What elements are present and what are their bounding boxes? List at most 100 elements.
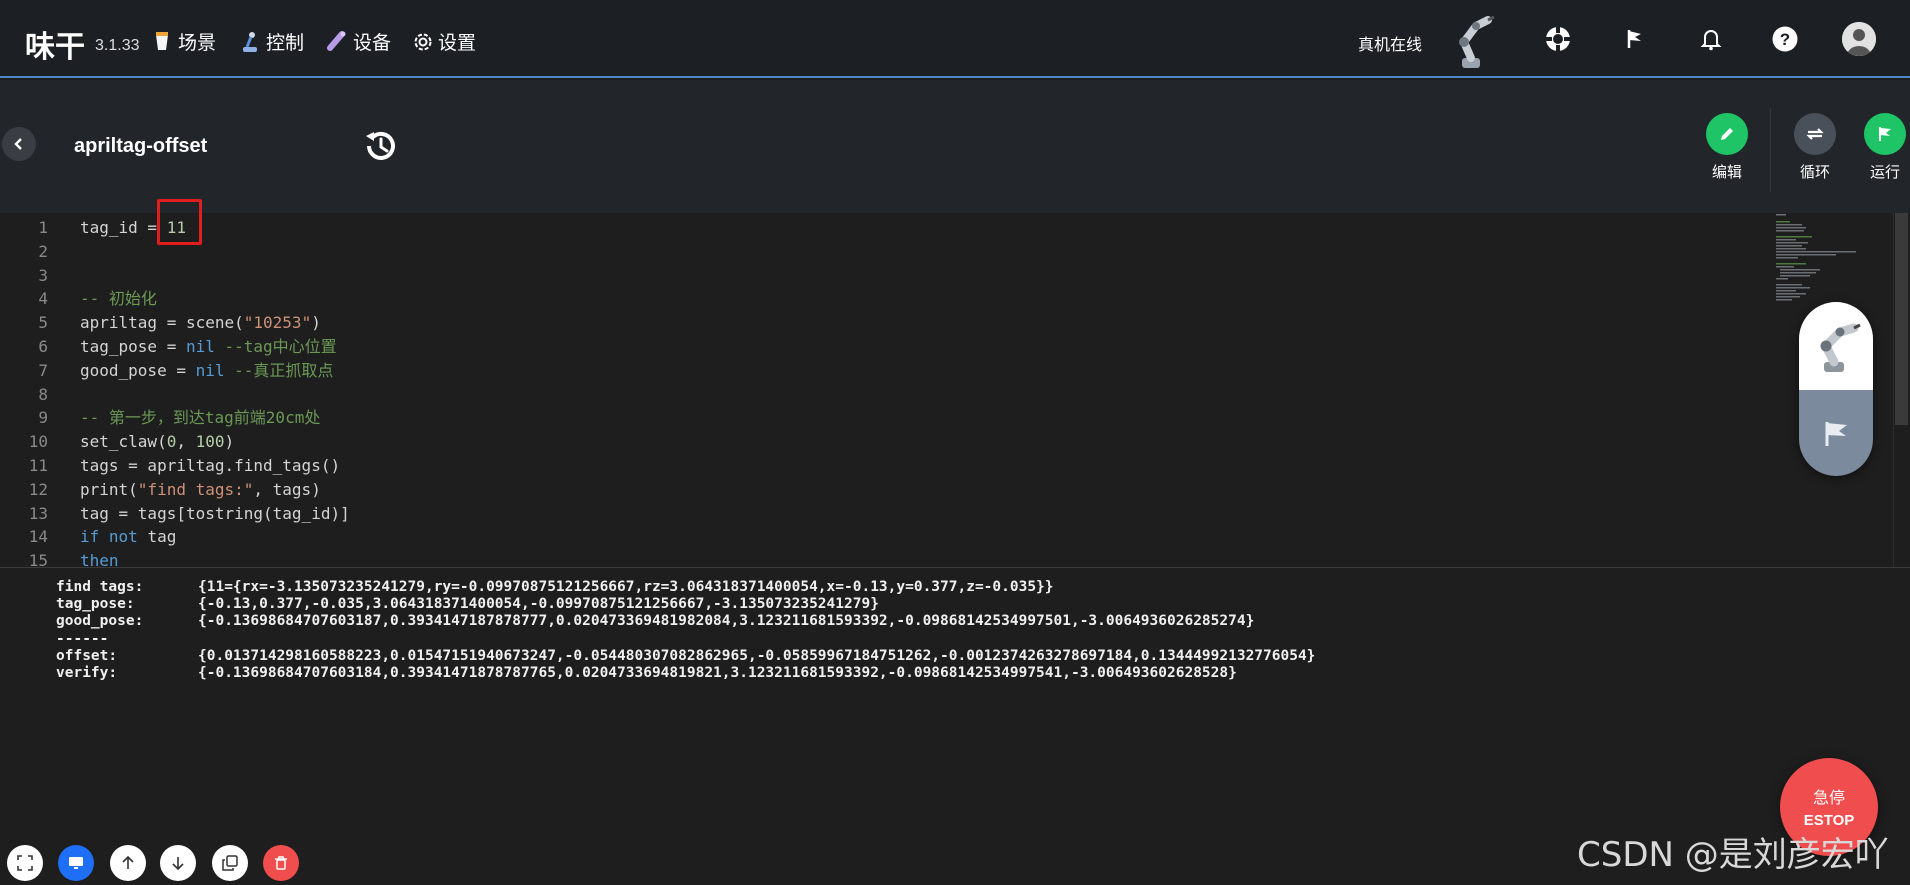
run-label: 运行 [1869, 164, 1900, 181]
robot-status: 真机在线 [1358, 37, 1423, 54]
bell-icon[interactable] [1696, 24, 1726, 54]
nav-device[interactable]: 设备 [327, 28, 391, 55]
pencil-icon [1721, 128, 1733, 140]
code-minimap[interactable] [1776, 212, 1894, 312]
line-number: 2 [38, 241, 48, 261]
code-text[interactable]: -- 初始化 [80, 287, 157, 311]
code-line[interactable]: 7 good_pose = nil --真正抓取点 [0, 359, 1770, 383]
device-icon [327, 30, 347, 53]
edit-label: 编辑 [1711, 164, 1742, 181]
nav-settings-label: 设置 [438, 33, 477, 54]
target-icon[interactable] [1543, 24, 1573, 54]
script-title: apriltag-offset [74, 135, 208, 157]
nav-control-label: 控制 [266, 33, 305, 54]
code-text[interactable]: print("find tags:", tags) [80, 478, 321, 502]
code-text[interactable]: then [80, 549, 119, 567]
line-number: 3 [38, 265, 48, 285]
code-text[interactable]: if not tag [80, 525, 176, 549]
line-number: 14 [28, 527, 48, 547]
monitor-button[interactable] [58, 845, 94, 881]
code-line[interactable]: 8 [0, 383, 1770, 407]
trash-icon [275, 856, 287, 870]
nav-control[interactable]: 控制 [240, 28, 304, 55]
scroll-down-button[interactable] [160, 845, 196, 881]
run-button[interactable]: 运行 [1855, 113, 1910, 182]
code-line[interactable]: 3 [0, 264, 1770, 288]
console-value: {-0.13698684707603184,0.3934147187878776… [198, 665, 1237, 681]
back-button[interactable] [2, 127, 36, 161]
flag-view-button[interactable] [1799, 390, 1873, 476]
code-line[interactable]: 15 then [0, 549, 1770, 567]
line-number: 8 [38, 384, 48, 404]
console-line: find tags: {11={rx=-3.135073235241279,ry=… [56, 579, 1054, 596]
code-line[interactable]: 10 set_claw(0, 100) [0, 430, 1770, 454]
history-button[interactable] [361, 126, 401, 166]
code-line[interactable]: 2 [0, 240, 1770, 264]
line-number: 13 [28, 503, 48, 523]
editor-scroll-thumb[interactable] [1895, 213, 1908, 425]
console-value: {-0.13698684707603187,0.3934147187878777… [198, 613, 1255, 630]
code-text[interactable]: apriltag = scene("10253") [80, 311, 321, 335]
edit-button[interactable]: 编辑 [1697, 113, 1757, 182]
code-line[interactable]: 5 apriltag = scene("10253") [0, 311, 1770, 335]
line-number: 1 [38, 218, 48, 237]
code-text[interactable]: good_pose = nil --真正抓取点 [80, 359, 333, 383]
fullscreen-button[interactable] [7, 845, 43, 881]
line-number: 15 [28, 551, 48, 567]
code-line[interactable]: 6 tag_pose = nil --tag中心位置 [0, 335, 1770, 359]
code-line[interactable]: 9 -- 第一步，到达tag前端20cm处 [0, 406, 1770, 430]
line-number: 11 [28, 456, 48, 475]
line-number: 6 [38, 337, 48, 356]
script-header [0, 80, 1910, 213]
flag-icon[interactable] [1620, 24, 1650, 54]
robot-view-button[interactable] [1799, 302, 1873, 390]
loop-label: 循环 [1799, 164, 1830, 181]
code-text[interactable]: set_claw(0, 100) [80, 430, 234, 454]
code-line[interactable]: 14 if not tag [0, 525, 1770, 549]
loop-icon [1806, 128, 1824, 140]
code-editor[interactable]: 1 tag_id = 11 2 3 4 -- 初始化 5 apriltag = scene("… [0, 213, 1910, 567]
console-line: tag_pose: {-0.13,0.377,-0.035,3.064318371… [56, 596, 879, 613]
console-key: offset: [56, 647, 118, 664]
app-version: 3.1.33 [95, 37, 140, 54]
app-logo[interactable]: 味干 [25, 22, 85, 66]
console-key: verify: [56, 665, 118, 681]
code-text[interactable]: tag = tags[tostring(tag_id)] [80, 502, 350, 526]
loop-circle [1794, 113, 1836, 155]
robot-arm-icon[interactable] [1450, 14, 1496, 70]
flag-icon [1825, 422, 1847, 446]
arrow-up-icon [122, 855, 134, 869]
estop-label-cn: 急停 [1812, 790, 1845, 807]
loop-button[interactable]: 循环 [1785, 113, 1845, 182]
chevron-left-icon [14, 138, 22, 150]
gear-icon [412, 31, 432, 53]
code-text[interactable]: -- 第一步，到达tag前端20cm处 [80, 406, 320, 430]
nav-settings[interactable]: 设置 [412, 28, 476, 55]
clear-button[interactable] [263, 845, 299, 881]
monitor-icon [69, 857, 83, 869]
nav-scene[interactable]: 场景 [152, 28, 216, 55]
copy-button[interactable] [212, 845, 248, 881]
code-line[interactable]: 13 tag = tags[tostring(tag_id)] [0, 502, 1770, 526]
code-line[interactable]: 11 tags = apriltag.find_tags() [0, 454, 1770, 478]
console-line: offset: {0.013714298160588223,0.015471519… [56, 648, 1315, 665]
avatar[interactable] [1842, 22, 1876, 56]
copy-icon [222, 855, 238, 871]
code-line[interactable]: 1 tag_id = 11 [0, 216, 1770, 240]
code-line[interactable]: 4 -- 初始化 [0, 287, 1770, 311]
code-text[interactable]: tag_pose = nil --tag中心位置 [80, 335, 337, 359]
svg-text:?: ? [1780, 30, 1790, 49]
nav-device-label: 设备 [353, 33, 392, 54]
scroll-up-button[interactable] [110, 845, 146, 881]
help-icon[interactable]: ? [1770, 24, 1800, 54]
code-line[interactable]: 12 print("find tags:", tags) [0, 478, 1770, 502]
arrow-down-icon [172, 857, 184, 871]
top-navbar: 味干 3.1.33 场景 控制 设备 设置 真机在线 ? [0, 0, 1910, 78]
code-text[interactable]: tags = apriltag.find_tags() [80, 454, 340, 478]
header-divider [1770, 108, 1771, 192]
console-key: good_pose: [56, 613, 144, 630]
line-number: 4 [38, 289, 48, 309]
console-value: {-0.13,0.377,-0.035,3.064318371400054,-0… [198, 596, 879, 613]
console-key: tag_pose: [56, 596, 135, 613]
console-line: good_pose: {-0.13698684707603187,0.393414… [56, 613, 1254, 630]
